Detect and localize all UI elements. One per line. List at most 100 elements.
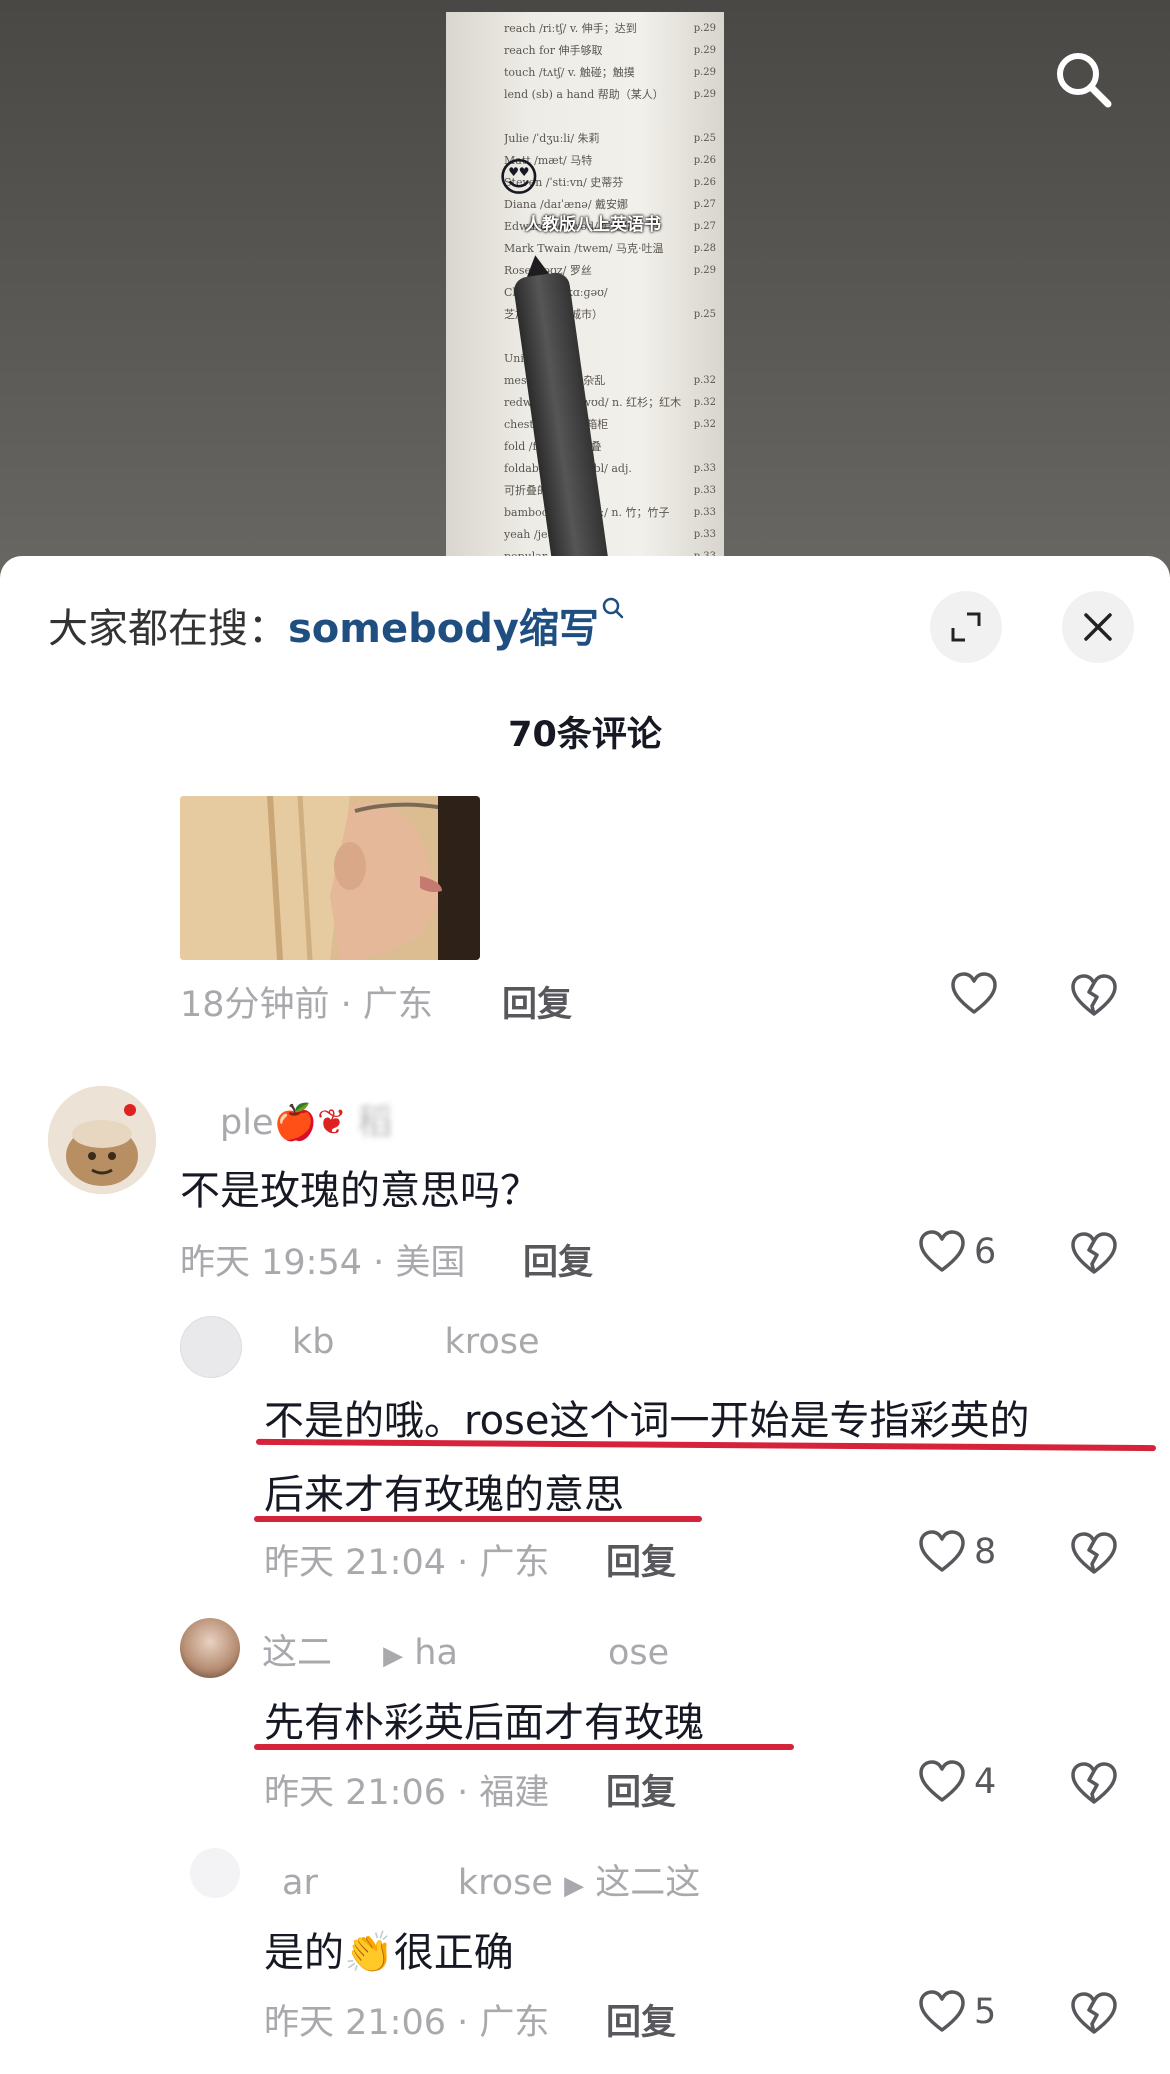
book-line: reach /riːtʃ/ v. 伸手；达到	[504, 22, 637, 35]
broken-heart-icon[interactable]	[1070, 1532, 1118, 1576]
heart-icon	[919, 1230, 965, 1272]
comment-text-line-1: 不是的哦。rose这个词一开始是专指彩英的	[264, 1398, 1030, 1444]
book-page-number: p.27	[693, 221, 716, 232]
like-count: 4	[974, 1762, 997, 1802]
expand-button[interactable]	[930, 591, 1002, 663]
like-button[interactable]: 8	[918, 1530, 996, 1574]
reply-to-suffix: ose	[607, 1633, 670, 1673]
book-line: touch /tʌtʃ/ v. 触碰；触摸	[504, 66, 635, 79]
username-suffix: krose	[457, 1863, 553, 1903]
user-avatar[interactable]	[48, 1086, 156, 1194]
expand-icon	[951, 612, 981, 642]
book-page-number: p.27	[693, 199, 716, 210]
book-line: Julie /ˈdʒuːli/ 朱莉	[504, 132, 600, 145]
book-line	[504, 106, 694, 128]
reply-button[interactable]: 回复	[606, 1764, 676, 1815]
username-suffix: 稻	[357, 1103, 393, 1143]
book-page-number: p.29	[693, 89, 716, 100]
comment-text-part: 很正确	[393, 1930, 514, 1976]
book-page-number: p.33	[693, 463, 716, 474]
comment-text: 先有朴彩英后面才有玫瑰	[264, 1700, 704, 1746]
reply-button[interactable]: 回复	[523, 1234, 593, 1285]
book-page-number: p.32	[693, 375, 716, 386]
book-page-number: p.33	[693, 507, 716, 518]
book-page-number	[688, 326, 716, 348]
like-button[interactable]: 4	[918, 1760, 996, 1804]
highlight-underline	[254, 1516, 702, 1522]
broken-heart-icon[interactable]	[1070, 1762, 1118, 1806]
comment-text-line-2: 后来才有玫瑰的意思	[264, 1472, 624, 1518]
reply-button[interactable]: 回复	[502, 976, 572, 1027]
reply-button[interactable]: 回复	[606, 1994, 676, 2045]
trending-label: 大家都在搜：	[48, 606, 288, 652]
reply-arrow-icon: ▶	[564, 1871, 585, 1901]
user-avatar[interactable]	[180, 1618, 240, 1678]
reply-arrow-icon: ▶	[383, 1641, 404, 1671]
small-search-icon	[602, 597, 624, 619]
book-page-number: p.32	[693, 397, 716, 408]
book-page-number: p.29	[693, 67, 716, 78]
username-text: kb	[292, 1322, 335, 1362]
comment-image[interactable]	[180, 796, 480, 960]
comment-username[interactable]: ar krose ▶ 这二这	[262, 1854, 700, 1905]
comment-username[interactable]: 这二 ▶ ha ose	[262, 1624, 669, 1675]
comment-count: 70条评论	[508, 715, 662, 755]
book-page-number: p.29	[693, 23, 716, 34]
reply-button[interactable]: 回复	[606, 1534, 676, 1585]
comment-meta: 18分钟前 · 广东	[180, 985, 433, 1025]
comment-username[interactable]: kb krose	[262, 1322, 540, 1362]
book-page-number: p.25	[693, 133, 716, 144]
comment-username[interactable]: ple🍎❦ 稻	[180, 1094, 393, 1145]
book-page-number: p.29	[693, 45, 716, 56]
close-icon	[1084, 613, 1112, 641]
highlight-underline	[254, 1744, 794, 1750]
book-line: reach for 伸手够取	[504, 44, 603, 57]
like-count: 5	[974, 1992, 997, 2032]
broken-heart-icon[interactable]	[1070, 974, 1118, 1018]
book-line: fold /fəʊld/ v. 折叠	[504, 440, 602, 453]
book-page-number: p.28	[693, 243, 716, 254]
like-button[interactable]: 5	[918, 1990, 996, 2034]
comments-panel: 大家都在搜：somebody缩写 70条评论 18分钟前 · 广东 回复 ple…	[0, 556, 1170, 2074]
comment-text: 是的👏很正确	[264, 1920, 514, 1978]
close-button[interactable]	[1062, 591, 1134, 663]
like-count: 6	[974, 1232, 997, 1272]
book-line: foldable /ˈfəʊldəbl/ adj.	[504, 462, 632, 475]
trending-keyword-link[interactable]: somebody缩写	[288, 606, 599, 652]
trending-search-banner[interactable]: 大家都在搜：somebody缩写	[48, 596, 625, 654]
reply-to-name: ha	[414, 1633, 458, 1673]
book-page-number: p.33	[693, 529, 716, 540]
broken-heart-icon[interactable]	[1070, 1992, 1118, 2036]
user-avatar[interactable]	[180, 1316, 242, 1378]
like-button[interactable]: 6	[918, 1230, 996, 1274]
comment-meta: 昨天 21:06 · 广东	[264, 2003, 550, 2043]
book-page-number: p.26	[693, 155, 716, 166]
book-page-number: p.33	[693, 485, 716, 496]
heart-icon	[951, 972, 997, 1014]
username-text: 这二	[262, 1633, 333, 1673]
comment-meta: 昨天 21:06 · 福建	[264, 1773, 550, 1813]
username-text: ar	[282, 1863, 318, 1903]
book-page-number	[688, 348, 716, 370]
like-button[interactable]	[950, 972, 998, 1016]
video-player[interactable]: reach /riːtʃ/ v. 伸手；达到 reach for 伸手够取 touc…	[0, 0, 1170, 600]
reply-to-name: 这二这	[595, 1863, 701, 1903]
book-page-number	[688, 106, 716, 128]
comment-image-content	[180, 796, 480, 960]
username-text: ple🍎	[220, 1103, 318, 1143]
clapping-hands-emoji: 👏	[344, 1930, 394, 1976]
book-page-number: p.26	[693, 177, 716, 188]
book-page-number	[688, 436, 716, 458]
book-line: lend (sb) a hand 帮助（某人）	[504, 88, 664, 101]
like-count: 8	[974, 1532, 997, 1572]
heart-icon	[919, 1990, 965, 2032]
avatar-image	[48, 1086, 156, 1194]
broken-heart-icon[interactable]	[1070, 1232, 1118, 1276]
search-icon[interactable]	[1052, 48, 1116, 112]
user-avatar[interactable]	[190, 1848, 240, 1898]
heart-icon	[919, 1760, 965, 1802]
book-page-number	[688, 282, 716, 304]
heart-icon	[919, 1530, 965, 1572]
book-page-number: p.32	[693, 419, 716, 430]
heart-eyes-emoji: 😍	[498, 155, 540, 201]
